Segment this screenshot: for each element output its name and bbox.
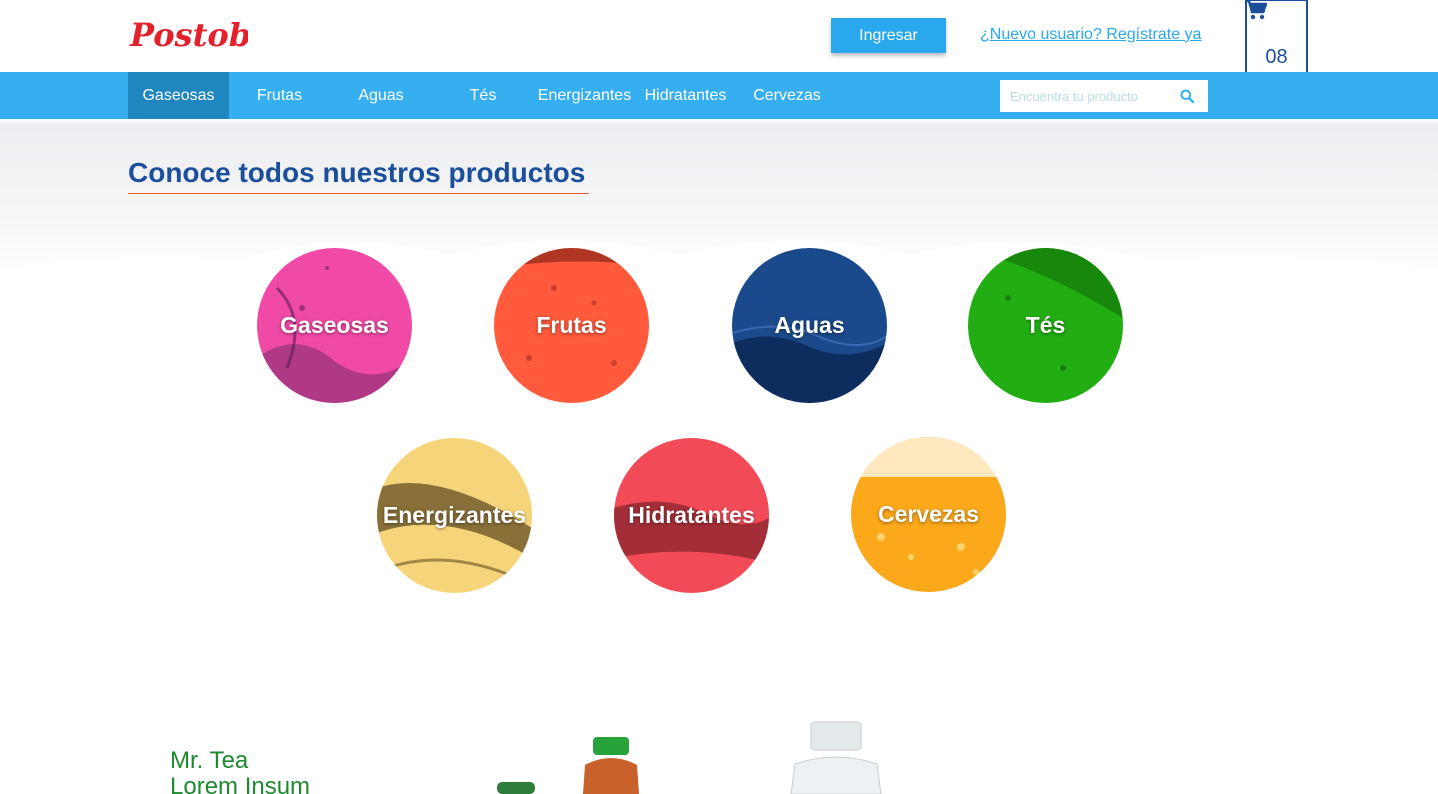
search-icon[interactable] xyxy=(1180,89,1194,103)
category-hidratantes[interactable]: Hidratantes xyxy=(614,438,769,593)
category-label: Frutas xyxy=(536,312,607,338)
cart-count: 08 xyxy=(1265,46,1288,68)
category-label: Gaseosas xyxy=(280,312,389,338)
svg-text:Postobón: Postobón xyxy=(129,16,248,54)
category-label: Tés xyxy=(1025,312,1066,338)
category-tes[interactable]: Tés xyxy=(968,248,1123,403)
page-title: Conoce todos nuestros productos xyxy=(128,157,590,194)
category-label: Hidratantes xyxy=(628,502,755,528)
nav-item-frutas[interactable]: Frutas xyxy=(229,72,330,119)
wave-decoration xyxy=(0,240,1438,290)
login-button[interactable]: Ingresar xyxy=(831,18,946,53)
nav-item-tes[interactable]: Tés xyxy=(432,72,534,119)
nav-item-cervezas[interactable]: Cervezas xyxy=(736,72,838,119)
search-box xyxy=(1000,80,1208,112)
featured-product-subtitle: Lorem Insum xyxy=(170,773,311,794)
main-nav: Gaseosas Frutas Aguas Tés Energizantes H… xyxy=(0,72,1438,119)
shopping-cart-icon xyxy=(1245,0,1267,20)
postobon-logo[interactable]: Postobón xyxy=(128,10,248,56)
category-gaseosas[interactable]: Gaseosas xyxy=(257,248,412,403)
small-bottle-image xyxy=(497,782,535,794)
nav-item-aguas[interactable]: Aguas xyxy=(330,72,432,119)
nav-item-energizantes[interactable]: Energizantes xyxy=(534,72,635,119)
register-link[interactable]: ¿Nuevo usuario? Regístrate ya xyxy=(980,26,1201,44)
site-header: Postobón Ingresar ¿Nuevo usuario? Regíst… xyxy=(0,0,1438,88)
water-bottle-image xyxy=(790,721,882,794)
nav-item-gaseosas[interactable]: Gaseosas xyxy=(128,72,229,119)
category-aguas[interactable]: Aguas xyxy=(732,248,887,403)
category-label: Energizantes xyxy=(382,502,527,528)
search-input[interactable] xyxy=(1000,80,1170,112)
category-frutas[interactable]: Frutas xyxy=(494,248,649,403)
category-energizantes[interactable]: Energizantes xyxy=(377,438,532,593)
category-label: Cervezas xyxy=(877,501,980,527)
category-cervezas[interactable]: Cervezas xyxy=(851,437,1006,592)
category-label: Aguas xyxy=(774,312,845,338)
tea-bottle-image xyxy=(583,737,639,794)
featured-product-title: Mr. Tea xyxy=(170,747,249,774)
nav-item-hidratantes[interactable]: Hidratantes xyxy=(635,72,736,119)
